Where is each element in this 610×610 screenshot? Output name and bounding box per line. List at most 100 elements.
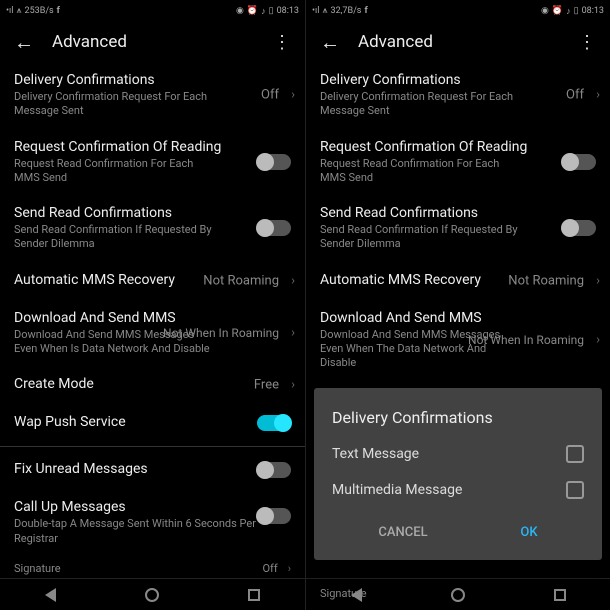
chevron-right-icon: › xyxy=(596,88,600,103)
battery-icon: ▯ xyxy=(574,6,579,16)
delivery-confirmations-row[interactable]: Delivery Confirmations Delivery Confirma… xyxy=(306,62,610,129)
row-value: Off xyxy=(261,88,279,103)
create-mode-row[interactable]: Create Mode Free › xyxy=(0,366,305,404)
row-value: Free xyxy=(254,378,279,393)
clock: 08:13 xyxy=(277,6,299,16)
nav-home-icon[interactable] xyxy=(145,588,159,602)
header: ← Advanced ⋮ xyxy=(306,22,610,62)
signal-icon: •ıl xyxy=(312,6,319,16)
fix-unread-row[interactable]: Fix Unread Messages xyxy=(0,451,305,489)
download-send-mms-row[interactable]: Download And Send MMS Download And Send … xyxy=(306,300,610,381)
clock: 08:13 xyxy=(582,6,604,16)
row-title: Download And Send MMS xyxy=(320,310,596,326)
back-icon[interactable]: ← xyxy=(14,30,34,55)
auto-mms-recovery-row[interactable]: Automatic MMS Recovery Not Roaming › xyxy=(0,262,305,300)
read-confirmation-row[interactable]: Request Confirmation Of Reading Request … xyxy=(0,129,305,196)
delivery-confirmations-row[interactable]: Delivery Confirmations Delivery Confirma… xyxy=(0,62,305,129)
row-title: Call Up Messages xyxy=(14,499,291,515)
header: ← Advanced ⋮ xyxy=(0,22,305,62)
row-title: Send Read Confirmations xyxy=(14,205,291,221)
cancel-button[interactable]: CANCEL xyxy=(358,517,447,548)
eye-icon: ◉ xyxy=(236,6,244,16)
net-speed: 253B/s xyxy=(25,6,54,16)
signal-icon: •ıl xyxy=(6,6,13,16)
toggle-read-request[interactable] xyxy=(562,154,596,170)
dialog-option-multimedia[interactable]: Multimedia Message xyxy=(332,481,584,499)
net-speed: 32,7B/s xyxy=(331,6,362,16)
toggle-call-up[interactable] xyxy=(257,508,291,524)
option-label: Text Message xyxy=(332,446,566,462)
row-title: Send Read Confirmations xyxy=(320,205,596,221)
row-title: Wap Push Service xyxy=(14,414,291,430)
chevron-right-icon: › xyxy=(291,326,295,341)
more-icon[interactable]: ⋮ xyxy=(578,32,596,53)
toggle-fix-unread[interactable] xyxy=(257,462,291,478)
toggle-send-read[interactable] xyxy=(562,220,596,236)
sound-icon: ♪ xyxy=(566,6,571,17)
nav-back-icon[interactable] xyxy=(45,588,56,602)
download-send-mms-row[interactable]: Download And Send MMS Download And Send … xyxy=(0,300,305,367)
row-title: Request Confirmation Of Reading xyxy=(320,139,596,155)
row-title: Delivery Confirmations xyxy=(320,72,596,88)
page-title: Advanced xyxy=(358,32,578,52)
signature-value: Off xyxy=(262,562,277,575)
row-subtitle: Request Read Confirmation For Each MMS S… xyxy=(320,157,520,186)
page-title: Advanced xyxy=(52,32,273,52)
row-subtitle: Delivery Confirmation Request For Each M… xyxy=(14,90,214,119)
nav-bar xyxy=(306,578,610,610)
chevron-right-icon: › xyxy=(291,273,295,288)
row-title: Delivery Confirmations xyxy=(14,72,291,88)
nav-home-icon[interactable] xyxy=(451,588,465,602)
delivery-confirmations-dialog: Delivery Confirmations Text Message Mult… xyxy=(314,388,602,560)
alarm-icon: ⏰ xyxy=(247,6,258,16)
toggle-read-request[interactable] xyxy=(257,154,291,170)
nav-back-icon[interactable] xyxy=(351,588,362,602)
row-title: Download And Send MMS xyxy=(14,310,291,326)
wifi-icon: ⩚ xyxy=(16,6,21,16)
nav-recent-icon[interactable] xyxy=(248,589,260,601)
checkbox-icon[interactable] xyxy=(566,481,584,499)
call-up-messages-row[interactable]: Call Up Messages Double-tap A Message Se… xyxy=(0,489,305,556)
dialog-title: Delivery Confirmations xyxy=(332,408,584,427)
chevron-right-icon: › xyxy=(596,273,600,288)
wifi-icon: ⩚ xyxy=(322,6,327,16)
option-label: Multimedia Message xyxy=(332,482,566,498)
row-value: Not Roaming xyxy=(203,273,279,288)
row-subtitle: Request Read Confirmation For Each MMS S… xyxy=(14,157,214,186)
chevron-right-icon: › xyxy=(291,378,295,393)
row-subtitle: Delivery Confirmation Request For Each M… xyxy=(320,90,520,119)
toggle-wap-push[interactable] xyxy=(257,415,291,431)
wap-push-row[interactable]: Wap Push Service xyxy=(0,404,305,442)
chevron-right-icon: › xyxy=(291,88,295,103)
auto-mms-recovery-row[interactable]: Automatic MMS Recovery Not Roaming › xyxy=(306,262,610,300)
sound-icon: ♪ xyxy=(261,6,266,17)
battery-icon: ▯ xyxy=(269,6,274,16)
checkbox-icon[interactable] xyxy=(566,445,584,463)
row-title: Fix Unread Messages xyxy=(14,461,291,477)
status-bar: •ıl ⩚ 253B/s f ◉ ⏰ ♪ ▯ 08:13 xyxy=(0,0,305,22)
signature-label: Signature xyxy=(14,562,262,575)
send-read-confirmations-row[interactable]: Send Read Confirmations Send Read Confir… xyxy=(306,195,610,262)
status-bar: •ıl ⩚ 32,7B/s f ◉ ⏰ ♪ ▯ 08:13 xyxy=(306,0,610,22)
row-subtitle: Send Read Confirmation If Requested By S… xyxy=(14,223,214,252)
alarm-icon: ⏰ xyxy=(552,6,563,16)
facebook-icon: f xyxy=(57,6,60,16)
row-subtitle: Double-tap A Message Sent Within 6 Secon… xyxy=(14,517,264,546)
send-read-confirmations-row[interactable]: Send Read Confirmations Send Read Confir… xyxy=(0,195,305,262)
nav-recent-icon[interactable] xyxy=(554,589,566,601)
toggle-send-read[interactable] xyxy=(257,220,291,236)
chevron-right-icon: › xyxy=(596,333,600,348)
back-icon[interactable]: ← xyxy=(320,30,340,55)
more-icon[interactable]: ⋮ xyxy=(273,32,291,53)
row-title: Request Confirmation Of Reading xyxy=(14,139,291,155)
row-value: Not When In Roaming xyxy=(163,326,279,340)
dialog-option-text[interactable]: Text Message xyxy=(332,445,584,463)
row-value: Not Roaming xyxy=(508,273,584,288)
ok-button[interactable]: OK xyxy=(500,517,557,548)
row-value: Not When In Roaming xyxy=(468,333,584,347)
nav-bar xyxy=(0,578,305,610)
read-confirmation-row[interactable]: Request Confirmation Of Reading Request … xyxy=(306,129,610,196)
row-value: Off xyxy=(566,88,584,103)
row-title: Create Mode xyxy=(14,376,291,392)
row-subtitle: Send Read Confirmation If Requested By S… xyxy=(320,223,520,252)
